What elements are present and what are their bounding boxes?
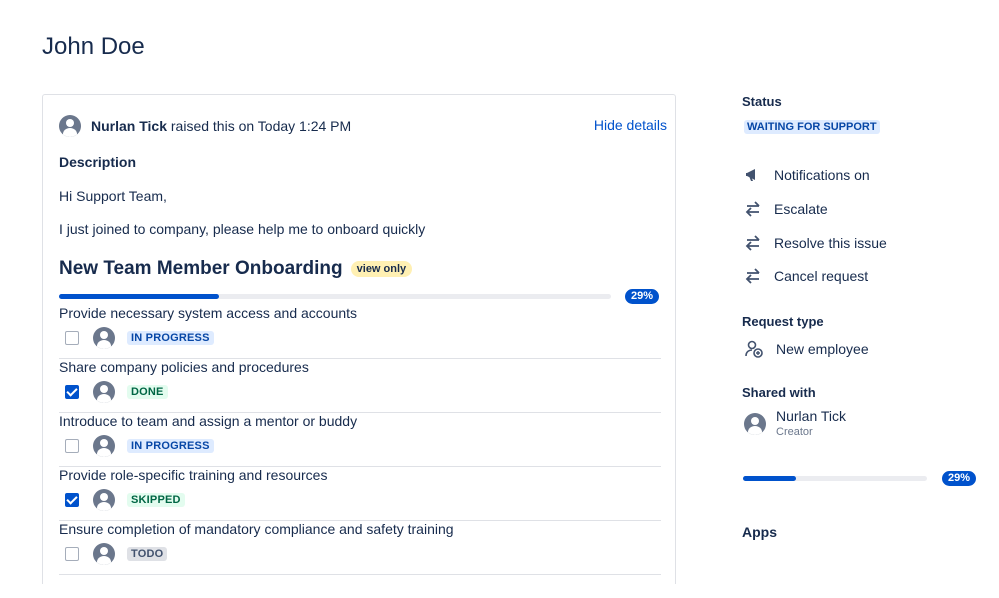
resolve-issue-label: Resolve this issue [774, 235, 887, 251]
item-status-badge: IN PROGRESS [127, 439, 214, 453]
transition-arrows-icon [745, 201, 760, 217]
request-type-value: New employee [776, 341, 869, 357]
add-user-icon [745, 340, 763, 358]
request-type-row: New employee [744, 339, 869, 359]
checklist-item-controls: IN PROGRESS [65, 327, 214, 349]
checklist-progress-fill [59, 294, 220, 299]
assignee-avatar[interactable] [93, 489, 115, 511]
raised-timestamp: raised this on Today 1:24 PM [167, 118, 352, 134]
checklist-item: Ensure completion of mandatory complianc… [59, 521, 661, 575]
transition-arrows-icon [745, 235, 760, 251]
checklist-item: Provide necessary system access and acco… [59, 305, 661, 359]
request-type-label: Request type [742, 314, 824, 329]
checklist-item-checkbox[interactable] [65, 385, 79, 399]
status-badge: WAITING FOR SUPPORT [744, 120, 880, 134]
sidebar-progress-fill [743, 476, 797, 481]
reporter-avatar [59, 115, 81, 137]
sidebar-progress-bar [743, 476, 927, 481]
checklist-item-text: Ensure completion of mandatory complianc… [59, 521, 454, 537]
assignee-avatar[interactable] [93, 435, 115, 457]
checklist-item-text: Introduce to team and assign a mentor or… [59, 413, 358, 429]
checklist-item-text: Share company policies and procedures [59, 359, 309, 375]
apps-label: Apps [742, 524, 777, 540]
assignee-avatar[interactable] [93, 381, 115, 403]
item-status-badge: DONE [127, 385, 168, 399]
raised-by-row: Nurlan Tick raised this on Today 1:24 PM… [59, 114, 667, 138]
assignee-avatar[interactable] [93, 327, 115, 349]
escalate-label: Escalate [774, 201, 828, 217]
transition-arrows-icon [745, 268, 760, 284]
checklist-item-controls: SKIPPED [65, 489, 185, 511]
checklist-item-text: Provide role-specific training and resou… [59, 467, 328, 483]
checklist-progress-badge: 29% [625, 289, 660, 304]
checklist-progress-bar [59, 294, 611, 299]
escalate-button[interactable]: Escalate [744, 200, 828, 218]
notifications-label: Notifications on [774, 167, 870, 183]
checklist-item-text: Provide necessary system access and acco… [59, 305, 358, 321]
checklist-item-controls: DONE [65, 381, 168, 403]
checklist-item-controls: TODO [65, 543, 168, 565]
checklist-item: Provide role-specific training and resou… [59, 467, 661, 521]
description-line: I just joined to company, please help me… [59, 221, 426, 237]
checklist-title: New Team Member Onboarding [59, 258, 343, 279]
checklist-item: Share company policies and procedures DON… [59, 359, 661, 413]
checklist-item: Introduce to team and assign a mentor or… [59, 413, 661, 467]
hide-details-link[interactable]: Hide details [594, 117, 667, 133]
description-label: Description [59, 154, 137, 170]
sidebar-progress-badge: 29% [942, 471, 977, 486]
notifications-button[interactable]: Notifications on [744, 166, 870, 184]
checklist-item-checkbox[interactable] [65, 331, 79, 345]
request-card: Nurlan Tick raised this on Today 1:24 PM… [42, 94, 676, 584]
megaphone-icon [746, 169, 755, 181]
resolve-issue-button[interactable]: Resolve this issue [744, 234, 887, 252]
page-title: John Doe [42, 33, 145, 60]
cancel-request-label: Cancel request [774, 268, 869, 284]
shared-with-user: Nurlan Tick Creator [744, 408, 846, 438]
shared-user-name: Nurlan Tick [776, 408, 847, 424]
checklist-header: New Team Member Onboarding view only [59, 258, 413, 280]
item-status-badge: SKIPPED [127, 493, 185, 507]
reporter-name[interactable]: Nurlan Tick [91, 118, 167, 134]
shared-user-avatar [744, 413, 766, 435]
assignee-avatar[interactable] [93, 543, 115, 565]
description-line: Hi Support Team, [59, 188, 167, 204]
item-status-badge: TODO [127, 547, 168, 561]
checklist-item-checkbox[interactable] [65, 547, 79, 561]
raised-by-text: Nurlan Tick raised this on Today 1:24 PM [91, 118, 351, 134]
shared-user-role: Creator [776, 426, 813, 438]
checklist-item-controls: IN PROGRESS [65, 435, 214, 457]
checklist-item-checkbox[interactable] [65, 439, 79, 453]
view-only-badge: view only [350, 261, 413, 277]
checklist-item-checkbox[interactable] [65, 493, 79, 507]
item-status-badge: IN PROGRESS [127, 331, 214, 345]
cancel-request-button[interactable]: Cancel request [744, 267, 868, 285]
shared-with-label: Shared with [742, 385, 816, 400]
status-label: Status [742, 94, 782, 109]
